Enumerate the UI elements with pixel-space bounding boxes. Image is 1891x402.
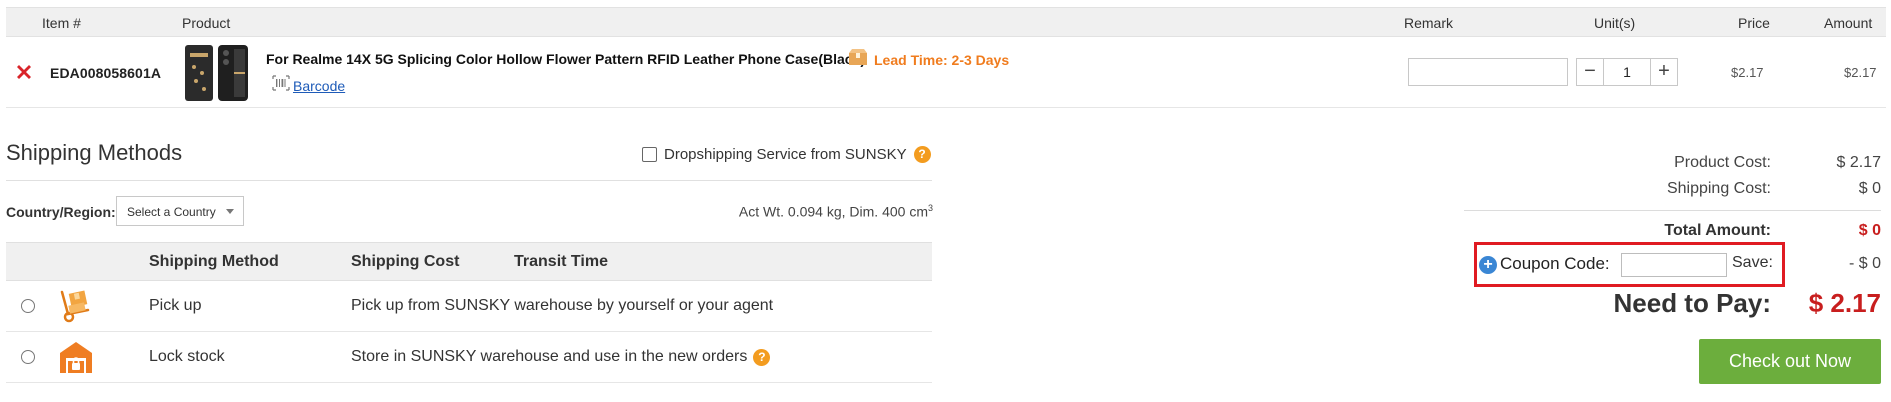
warehouse-lock-icon [56, 339, 96, 375]
shipping-cost-value: $ 0 [1858, 180, 1881, 197]
help-icon[interactable]: ? [913, 146, 931, 163]
barcode-icon [272, 75, 290, 96]
cart-table-header: Item # Product Remark Unit(s) Price Amou… [6, 7, 1886, 37]
country-select-value: Select a Country [127, 205, 216, 219]
dropship-option[interactable]: Dropshipping Service from SUNSKY ? [642, 146, 931, 163]
weight-dimensions: Act Wt. 0.094 kg, Dim. 400 cm3 [738, 203, 933, 220]
country-label: Country/Region: [6, 204, 116, 220]
plus-circle-icon[interactable]: + [1479, 256, 1497, 274]
cart-item-row: EDA008058601A For Realme 14X 5G Splicing… [6, 37, 1886, 108]
shipping-method-radio[interactable] [21, 350, 35, 364]
item-number: EDA008058601A [50, 65, 162, 81]
lead-time: Lead Time: 2-3 Days [848, 48, 1009, 71]
shipping-table-header: Shipping Method Shipping Cost Transit Ti… [6, 242, 932, 281]
dropship-checkbox[interactable] [642, 147, 657, 162]
shipping-method-name: Pick up [149, 297, 202, 314]
column-transit-time: Transit Time [514, 253, 608, 270]
shipping-method-name: Lock stock [149, 348, 225, 365]
lead-time-text: Lead Time: 2-3 Days [874, 51, 1010, 68]
divider [1464, 210, 1881, 211]
dropship-label[interactable]: Dropshipping Service from SUNSKY [664, 146, 907, 163]
help-icon[interactable]: ? [753, 348, 771, 366]
shipping-method-row[interactable]: Pick up Pick up from SUNSKY warehouse by… [6, 281, 932, 332]
product-name-link[interactable]: For Realme 14X 5G Splicing Color Hollow … [266, 51, 865, 67]
need-to-pay-value: $ 2.17 [1808, 288, 1881, 318]
checkout-button[interactable]: Check out Now [1699, 339, 1881, 384]
column-shipping-cost: Shipping Cost [351, 253, 460, 270]
chevron-down-icon [226, 209, 234, 214]
shipping-method-row[interactable]: Lock stock Store in SUNSKY warehouse and… [6, 332, 932, 383]
shipping-method-radio[interactable] [21, 299, 35, 313]
coupon-code-input[interactable] [1621, 253, 1727, 277]
total-amount-value: $ 0 [1858, 222, 1881, 239]
header-remark: Remark [1404, 15, 1454, 31]
column-shipping-method: Shipping Method [149, 253, 279, 270]
shipping-method-description: Store in SUNSKY warehouse and use in the… [351, 348, 771, 366]
shipping-method-description: Pick up from SUNSKY warehouse by yoursel… [351, 297, 774, 314]
shipping-methods-title: Shipping Methods [6, 140, 183, 165]
total-amount-label: Total Amount: [1664, 222, 1771, 239]
box-icon [848, 48, 868, 71]
shipping-cost-label: Shipping Cost: [1666, 180, 1771, 197]
header-units: Unit(s) [1594, 15, 1636, 31]
coupon-code-label: Coupon Code: [1500, 254, 1610, 273]
hand-truck-icon [56, 288, 96, 324]
header-price: Price [1738, 15, 1770, 31]
barcode[interactable]: Barcode [272, 75, 345, 96]
quantity-decrease-button[interactable]: − [1576, 58, 1604, 86]
item-amount: $2.17 [1844, 65, 1877, 80]
need-to-pay-label: Need to Pay: [1613, 288, 1772, 318]
header-product: Product [182, 15, 231, 31]
header-item-no: Item # [42, 15, 81, 31]
save-label: Save: [1732, 254, 1773, 271]
item-price: $2.17 [1731, 65, 1764, 80]
country-select[interactable]: Select a Country [116, 196, 244, 226]
product-thumbnail[interactable] [182, 43, 252, 103]
header-amount: Amount [1824, 15, 1873, 31]
save-value: - $ 0 [1848, 255, 1881, 272]
quantity-input[interactable]: 1 [1604, 58, 1650, 86]
quantity-increase-button[interactable]: + [1650, 58, 1678, 86]
remark-input[interactable] [1408, 58, 1568, 86]
divider [6, 180, 932, 181]
remove-item-icon[interactable] [13, 61, 35, 83]
barcode-link[interactable]: Barcode [293, 78, 345, 94]
product-cost-value: $ 2.17 [1836, 154, 1881, 171]
product-cost-label: Product Cost: [1674, 154, 1771, 171]
